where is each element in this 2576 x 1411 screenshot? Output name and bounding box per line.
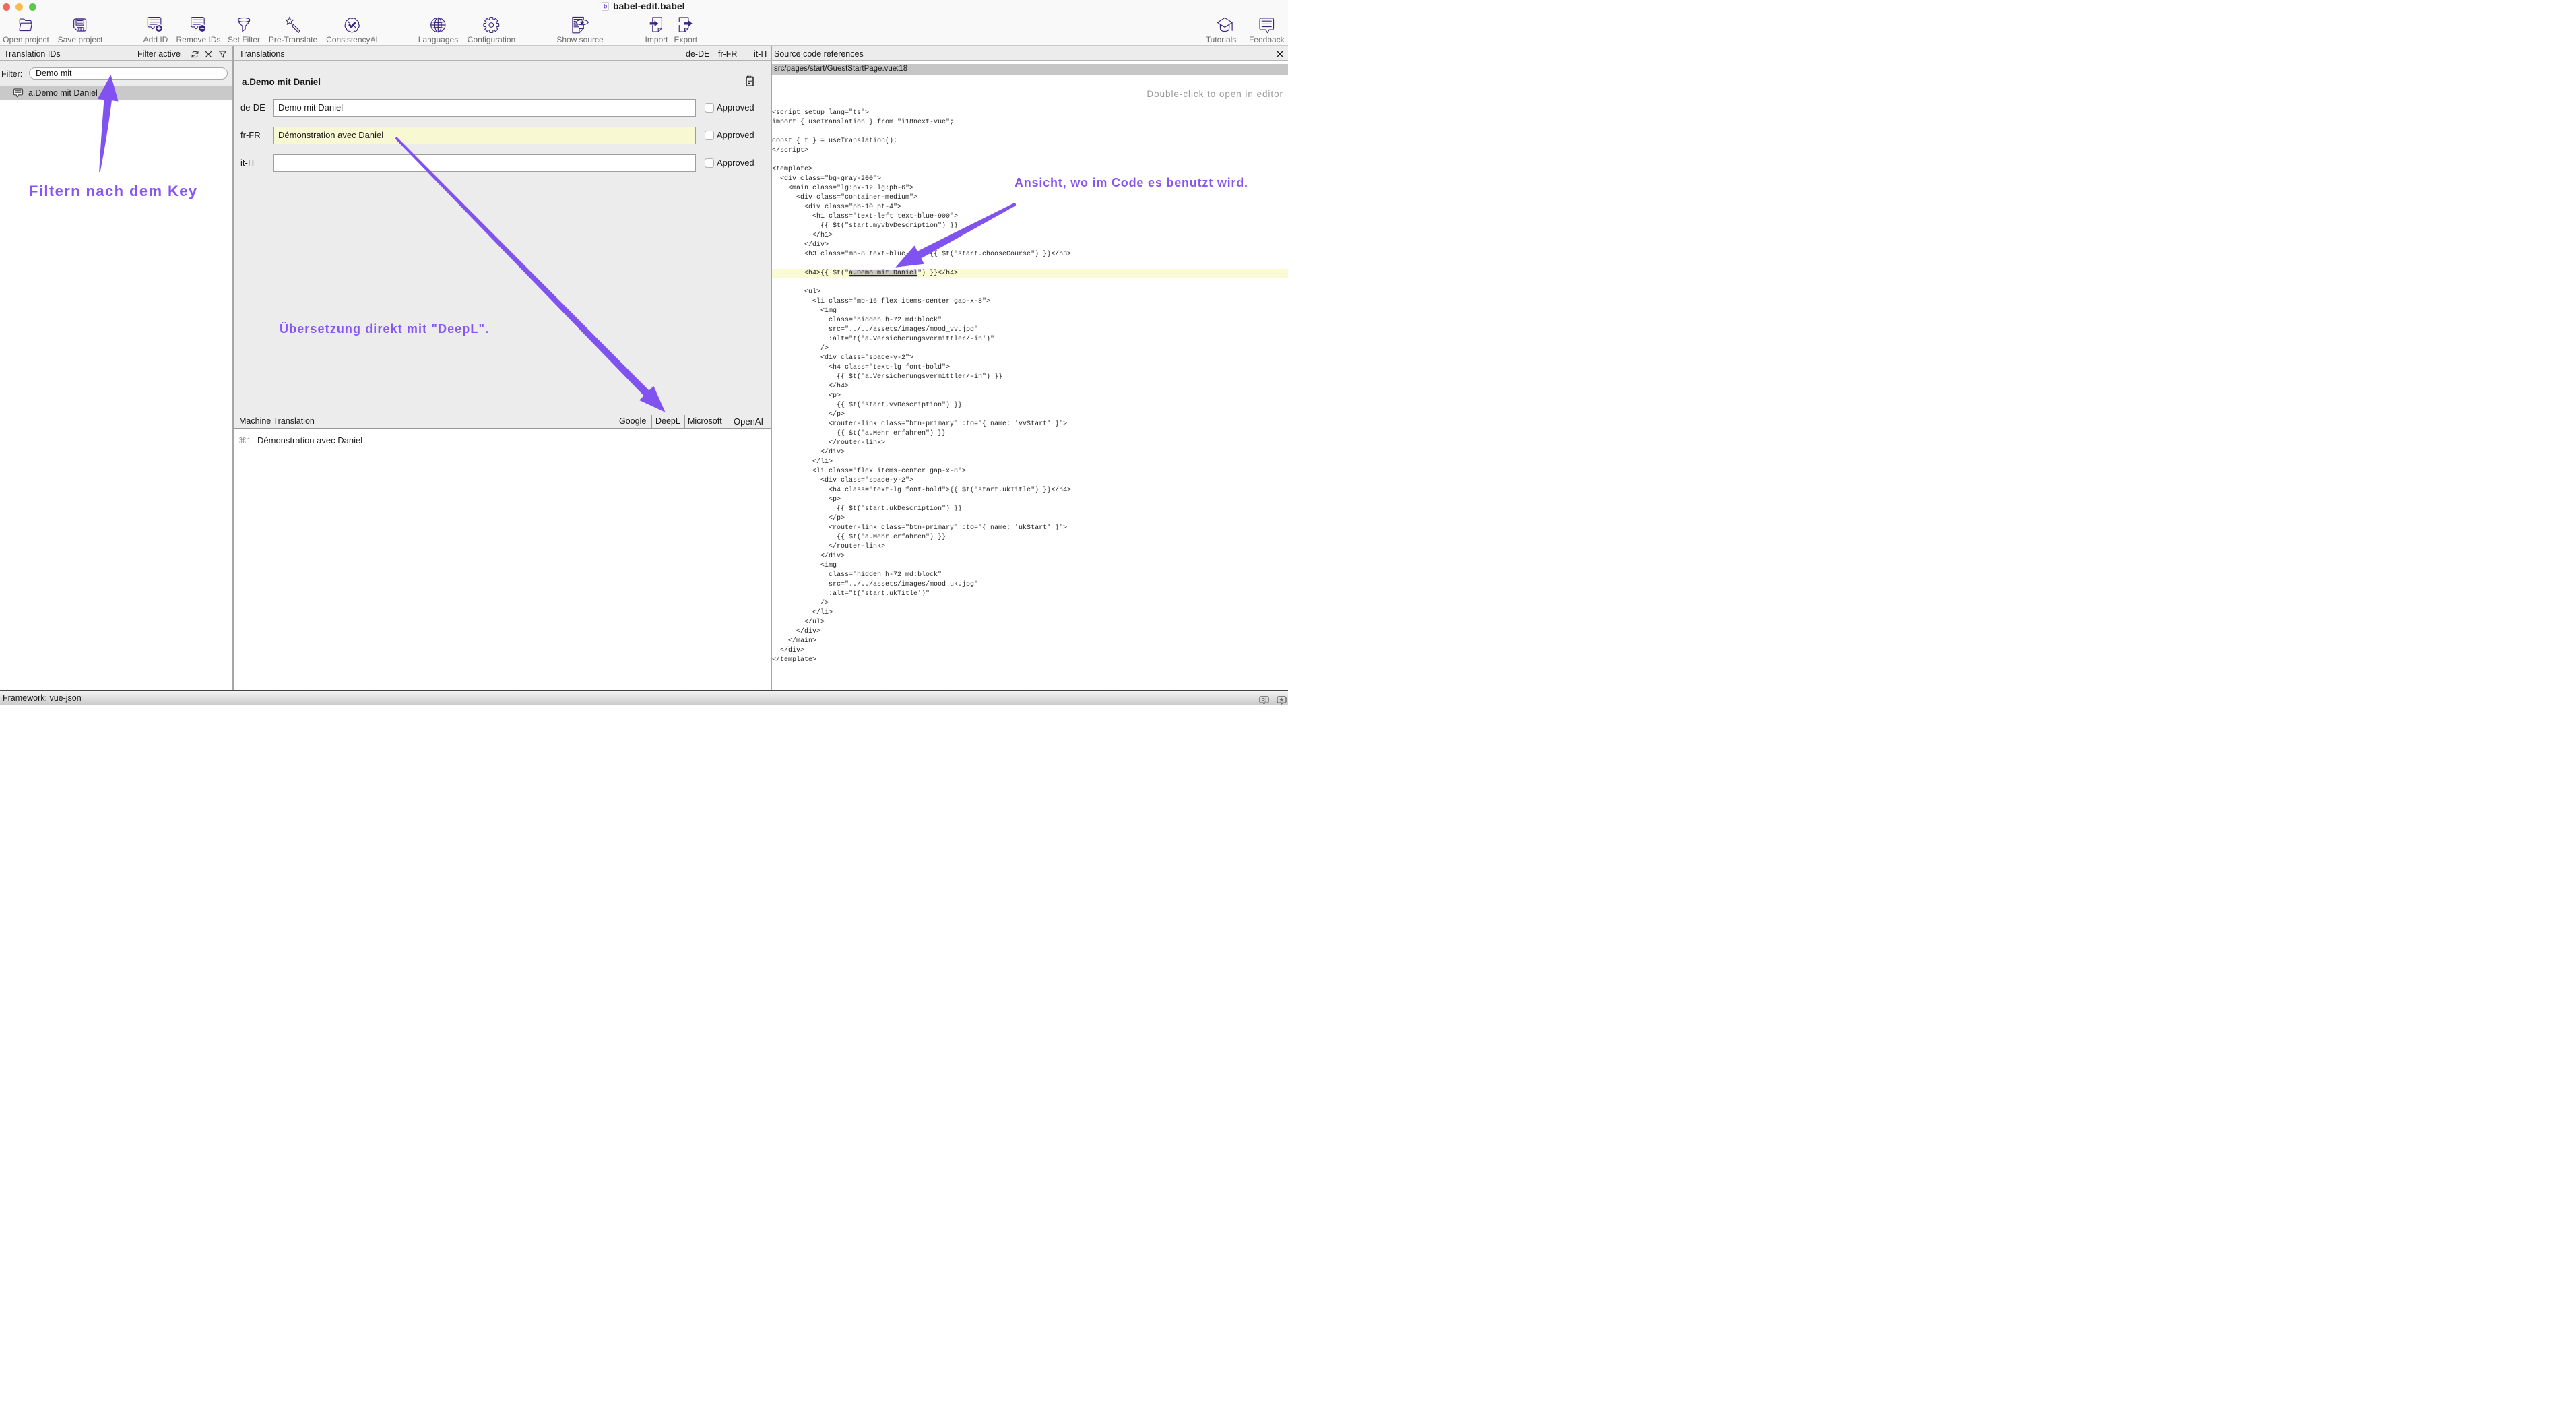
- svg-text:b: b: [604, 3, 608, 10]
